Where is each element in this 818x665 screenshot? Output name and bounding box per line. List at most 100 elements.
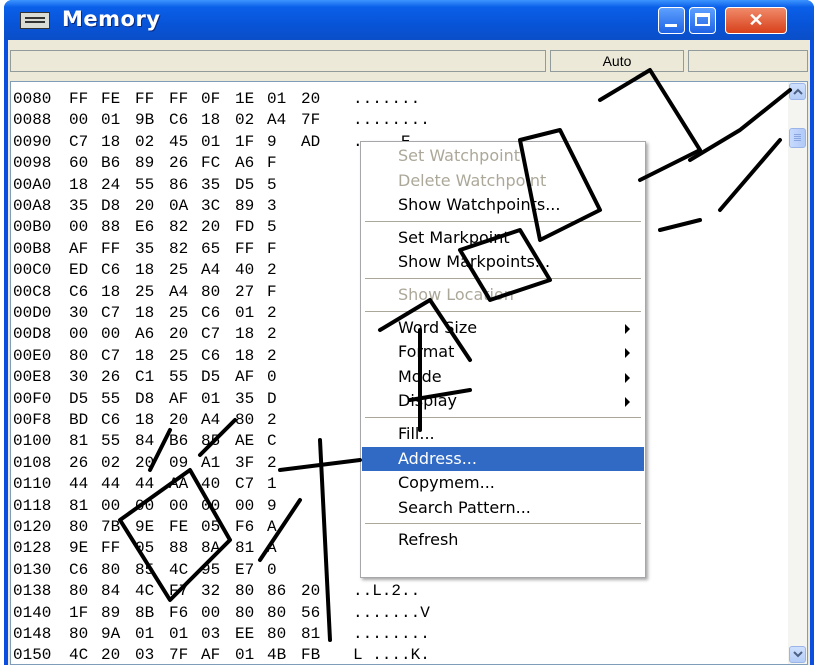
memory-byte[interactable]: 80 xyxy=(267,623,286,646)
memory-byte[interactable]: 00 xyxy=(169,495,188,518)
memory-byte[interactable]: C6 xyxy=(169,109,188,132)
memory-byte[interactable]: FE xyxy=(101,88,120,111)
memory-byte[interactable]: 01 xyxy=(235,302,254,325)
arrow-up-icon[interactable] xyxy=(789,83,806,100)
memory-byte[interactable]: 9A xyxy=(101,623,120,646)
memory-byte[interactable]: D8 xyxy=(101,195,120,218)
memory-byte[interactable]: A xyxy=(267,516,277,539)
memory-byte[interactable]: 02 xyxy=(235,109,254,132)
memory-byte[interactable]: A4 xyxy=(201,409,220,432)
memory-byte[interactable]: FB xyxy=(301,644,320,664)
memory-byte[interactable]: 7F xyxy=(301,109,320,132)
memory-byte[interactable]: FC xyxy=(201,152,220,175)
memory-byte[interactable]: 80 xyxy=(69,345,88,368)
memory-byte[interactable]: 44 xyxy=(69,473,88,496)
memory-byte[interactable]: A4 xyxy=(169,281,188,304)
memory-byte[interactable]: FF xyxy=(69,88,88,111)
memory-byte[interactable]: 18 xyxy=(135,259,154,282)
memory-byte[interactable]: C7 xyxy=(69,131,88,154)
memory-byte[interactable]: 25 xyxy=(169,259,188,282)
memory-byte[interactable]: 3 xyxy=(267,195,277,218)
memory-byte[interactable]: 86 xyxy=(169,174,188,197)
memory-byte[interactable]: 81 xyxy=(235,537,254,560)
menu-item-show-markpoints[interactable]: Show Markpoints... xyxy=(362,250,644,274)
memory-byte[interactable]: BD xyxy=(69,409,88,432)
memory-byte[interactable]: 82 xyxy=(169,238,188,261)
menu-item-format[interactable]: Format xyxy=(362,340,644,364)
memory-byte[interactable]: C7 xyxy=(201,323,220,346)
memory-byte[interactable]: 4C xyxy=(169,559,188,582)
memory-byte[interactable]: 81 xyxy=(69,430,88,453)
memory-byte[interactable]: 00 xyxy=(101,323,120,346)
memory-byte[interactable]: 88 xyxy=(101,216,120,239)
memory-byte[interactable]: 45 xyxy=(169,131,188,154)
memory-byte[interactable]: 26 xyxy=(169,152,188,175)
memory-byte[interactable]: 84 xyxy=(135,430,154,453)
memory-byte[interactable]: D5 xyxy=(201,366,220,389)
memory-byte[interactable]: 18 xyxy=(235,345,254,368)
memory-byte[interactable]: 1F xyxy=(69,602,88,625)
memory-byte[interactable]: 80 xyxy=(235,602,254,625)
memory-byte[interactable]: 00 xyxy=(201,602,220,625)
memory-byte[interactable]: F xyxy=(267,238,277,261)
memory-byte[interactable]: D8 xyxy=(135,388,154,411)
memory-byte[interactable]: C6 xyxy=(69,559,88,582)
memory-byte[interactable]: 32 xyxy=(201,580,220,603)
menu-item-copymem[interactable]: Copymem... xyxy=(362,471,644,495)
memory-byte[interactable]: FF xyxy=(235,238,254,261)
memory-byte[interactable]: 89 xyxy=(235,195,254,218)
memory-byte[interactable]: 5 xyxy=(267,216,277,239)
memory-byte[interactable]: 01 xyxy=(101,109,120,132)
memory-byte[interactable]: AE xyxy=(235,430,254,453)
memory-byte[interactable]: 0F xyxy=(201,88,220,111)
memory-byte[interactable]: 44 xyxy=(101,473,120,496)
memory-byte[interactable]: FD xyxy=(235,216,254,239)
memory-byte[interactable]: 35 xyxy=(135,238,154,261)
memory-byte[interactable]: 24 xyxy=(101,174,120,197)
minimize-button[interactable] xyxy=(658,7,685,34)
vertical-scrollbar[interactable] xyxy=(788,82,807,664)
memory-byte[interactable]: 80 xyxy=(267,602,286,625)
memory-byte[interactable]: 18 xyxy=(201,109,220,132)
memory-byte[interactable]: 03 xyxy=(201,623,220,646)
memory-byte[interactable]: 05 xyxy=(135,537,154,560)
memory-byte[interactable]: 00 xyxy=(235,495,254,518)
memory-byte[interactable]: 20 xyxy=(301,88,320,111)
memory-byte[interactable]: 18 xyxy=(101,281,120,304)
memory-byte[interactable]: FF xyxy=(101,537,120,560)
memory-byte[interactable]: 18 xyxy=(135,409,154,432)
memory-byte[interactable]: C6 xyxy=(101,259,120,282)
memory-byte[interactable]: B6 xyxy=(101,152,120,175)
memory-byte[interactable]: 20 xyxy=(169,409,188,432)
memory-byte[interactable]: D5 xyxy=(69,388,88,411)
memory-byte[interactable]: C6 xyxy=(69,281,88,304)
memory-byte[interactable]: 65 xyxy=(201,238,220,261)
menu-item-show-watchpoints[interactable]: Show Watchpoints... xyxy=(362,193,644,217)
memory-byte[interactable]: 2 xyxy=(267,259,277,282)
memory-byte[interactable]: AF xyxy=(201,644,220,664)
memory-byte[interactable]: 18 xyxy=(135,345,154,368)
memory-byte[interactable]: 01 xyxy=(169,623,188,646)
memory-byte[interactable]: 18 xyxy=(235,323,254,346)
memory-byte[interactable]: 81 xyxy=(69,495,88,518)
memory-byte[interactable]: D xyxy=(267,388,277,411)
menu-item-set-markpoint[interactable]: Set Markpoint xyxy=(362,226,644,250)
memory-byte[interactable]: 01 xyxy=(235,644,254,664)
memory-byte[interactable]: E7 xyxy=(235,559,254,582)
memory-byte[interactable]: 18 xyxy=(69,174,88,197)
memory-byte[interactable]: 2 xyxy=(267,409,277,432)
memory-byte[interactable]: 0 xyxy=(267,559,277,582)
memory-byte[interactable]: 00 xyxy=(69,323,88,346)
menu-item-word-size[interactable]: Word Size xyxy=(362,316,644,340)
memory-byte[interactable]: 2 xyxy=(267,302,277,325)
menu-item-address[interactable]: Address... xyxy=(362,446,644,471)
memory-byte[interactable]: 09 xyxy=(169,452,188,475)
menu-item-display[interactable]: Display xyxy=(362,389,644,413)
memory-byte[interactable]: AF xyxy=(169,388,188,411)
memory-byte[interactable]: 02 xyxy=(101,452,120,475)
memory-byte[interactable]: 9E xyxy=(69,537,88,560)
memory-byte[interactable]: 8B xyxy=(135,602,154,625)
memory-byte[interactable]: 9 xyxy=(267,131,277,154)
memory-byte[interactable]: 55 xyxy=(101,430,120,453)
memory-byte[interactable]: 9E xyxy=(135,516,154,539)
